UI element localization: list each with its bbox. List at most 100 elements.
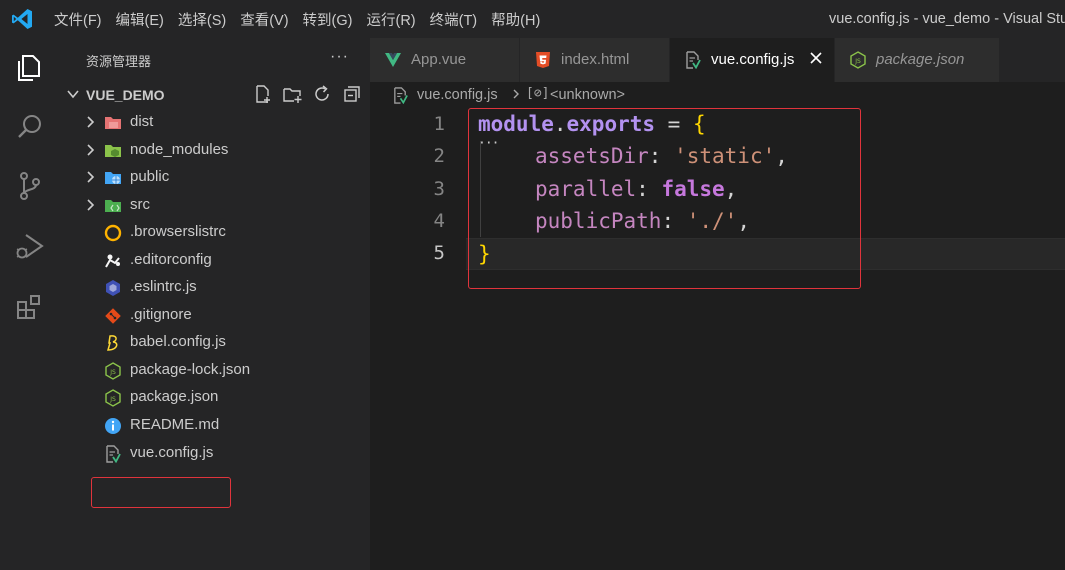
activity-bar: [0, 38, 60, 570]
highlight-box-vue-config: [91, 477, 231, 508]
tree-file-vue-config[interactable]: vue.config.js: [60, 440, 370, 467]
tab-label: App.vue: [411, 51, 467, 68]
breadcrumb-symbol[interactable]: <unknown>: [550, 87, 625, 103]
breadcrumb-file[interactable]: vue.config.js: [417, 87, 498, 103]
browserslist-icon: [104, 224, 122, 242]
workspace-folder-row[interactable]: VUE_DEMO: [60, 84, 370, 106]
html5-icon: [536, 52, 550, 68]
vscode-logo-icon[interactable]: [10, 7, 34, 31]
menu-bar: 文件(F) 编辑(E) 选择(S) 查看(V) 转到(G) 运行(R) 终端(T…: [54, 0, 554, 38]
tab-vue-config[interactable]: vue.config.js: [670, 38, 835, 82]
tab-app-vue[interactable]: App.vue: [370, 38, 520, 82]
menu-help[interactable]: 帮助(H): [491, 9, 540, 30]
line-number: 3: [433, 178, 445, 200]
explorer-title: 资源管理器: [86, 54, 152, 69]
breadcrumb: vue.config.js [⊘] <unknown>: [370, 82, 1065, 108]
tree-file-package-lock[interactable]: JS package-lock.json: [60, 357, 370, 384]
title-bar: 文件(F) 编辑(E) 选择(S) 查看(V) 转到(G) 运行(R) 终端(T…: [0, 0, 1065, 38]
close-icon[interactable]: [808, 50, 824, 66]
vue-icon: [385, 53, 401, 67]
menu-selection[interactable]: 选择(S): [178, 9, 226, 30]
explorer-icon[interactable]: [14, 52, 46, 84]
dist-folder-icon: [105, 117, 121, 129]
node-modules-folder-icon: [105, 145, 121, 157]
nodejs-icon: JS: [105, 389, 121, 407]
vue-config-icon: [686, 51, 701, 69]
tab-label: package.json: [876, 51, 965, 68]
tree-item-label: package-lock.json: [130, 361, 251, 378]
editorconfig-icon: [105, 254, 120, 268]
tree-folder-dist[interactable]: dist: [60, 109, 370, 136]
new-folder-icon[interactable]: [282, 84, 302, 104]
more-actions-icon[interactable]: ···: [330, 48, 349, 66]
new-file-icon[interactable]: [253, 84, 273, 104]
explorer-sidebar: 资源管理器 ··· VUE_DEMO dist node_modules pub…: [60, 38, 370, 570]
tree-item-label: .eslintrc.js: [130, 278, 197, 295]
git-icon: [105, 308, 121, 324]
vue-config-icon: [106, 445, 121, 463]
symbol-variable-icon: [⊘]: [526, 86, 550, 101]
chevron-right-icon[interactable]: [84, 171, 96, 183]
tree-item-label: .editorconfig: [130, 251, 212, 268]
chevron-right-icon[interactable]: [84, 144, 96, 156]
tree-file-eslintrc[interactable]: .eslintrc.js: [60, 274, 370, 301]
tree-file-readme[interactable]: README.md: [60, 412, 370, 439]
search-icon[interactable]: [14, 111, 46, 143]
babel-icon: [107, 335, 118, 351]
tree-item-label: .gitignore: [130, 306, 192, 323]
tab-label: index.html: [561, 51, 630, 68]
tree-folder-public[interactable]: public: [60, 164, 370, 191]
src-folder-icon: [105, 200, 121, 212]
chevron-down-icon[interactable]: [66, 87, 80, 101]
svg-text:JS: JS: [854, 58, 861, 65]
tree-item-label: .browserslistrc: [130, 223, 226, 240]
tree-folder-src[interactable]: src: [60, 192, 370, 219]
svg-text:JS: JS: [109, 369, 116, 376]
menu-view[interactable]: 查看(V): [240, 9, 288, 30]
tree-file-gitignore[interactable]: .gitignore: [60, 302, 370, 329]
workspace-folder-name: VUE_DEMO: [86, 87, 165, 103]
tree-folder-node-modules[interactable]: node_modules: [60, 137, 370, 164]
tree-item-label: node_modules: [130, 141, 229, 158]
chevron-right-icon[interactable]: [84, 116, 96, 128]
svg-text:JS: JS: [109, 396, 116, 403]
nodejs-icon: JS: [105, 362, 121, 380]
chevron-right-icon[interactable]: [84, 199, 96, 211]
refresh-icon[interactable]: [312, 84, 332, 104]
tree-file-package-json[interactable]: JS package.json: [60, 384, 370, 411]
line-number: 2: [433, 145, 445, 167]
chevron-right-icon: [513, 89, 519, 99]
nodejs-icon: JS: [850, 51, 866, 69]
vue-config-icon: [394, 87, 408, 104]
extensions-icon[interactable]: [14, 292, 46, 324]
collapse-all-icon[interactable]: [342, 84, 362, 104]
window-title: vue.config.js - vue_demo - Visual Studio: [829, 11, 1065, 27]
tree-item-label: README.md: [130, 416, 220, 433]
editor-tab-bar: App.vue index.html vue.config.js JS pack…: [370, 38, 1065, 82]
menu-terminal[interactable]: 终端(T): [430, 9, 478, 30]
tree-file-babel-config[interactable]: babel.config.js: [60, 329, 370, 356]
menu-file[interactable]: 文件(F): [54, 9, 102, 30]
source-control-icon[interactable]: [14, 170, 46, 202]
eslint-icon: [106, 280, 120, 296]
tree-item-label: dist: [130, 113, 154, 130]
tree-item-label: public: [130, 168, 170, 185]
tab-package-json[interactable]: JS package.json: [835, 38, 1000, 82]
tab-index-html[interactable]: index.html: [520, 38, 670, 82]
menu-run[interactable]: 运行(R): [366, 9, 415, 30]
tree-item-label: babel.config.js: [130, 333, 226, 350]
tree-item-label: src: [130, 196, 150, 213]
tree-file-editorconfig[interactable]: .editorconfig: [60, 247, 370, 274]
public-folder-icon: [105, 172, 121, 184]
run-debug-icon[interactable]: [14, 231, 46, 263]
tree-item-label: package.json: [130, 388, 219, 405]
tree-item-label: vue.config.js: [130, 444, 214, 461]
menu-edit[interactable]: 编辑(E): [116, 9, 164, 30]
tab-label: vue.config.js: [711, 51, 795, 68]
line-number: 4: [433, 210, 445, 232]
menu-goto[interactable]: 转到(G): [303, 9, 353, 30]
line-number: 5: [433, 242, 445, 264]
tree-file-browserslistrc[interactable]: .browserslistrc: [60, 219, 370, 246]
code-editor[interactable]: 1 2 3 4 5 ··· module.exports = { assetsD…: [370, 108, 1065, 570]
line-number: 1: [433, 113, 445, 135]
